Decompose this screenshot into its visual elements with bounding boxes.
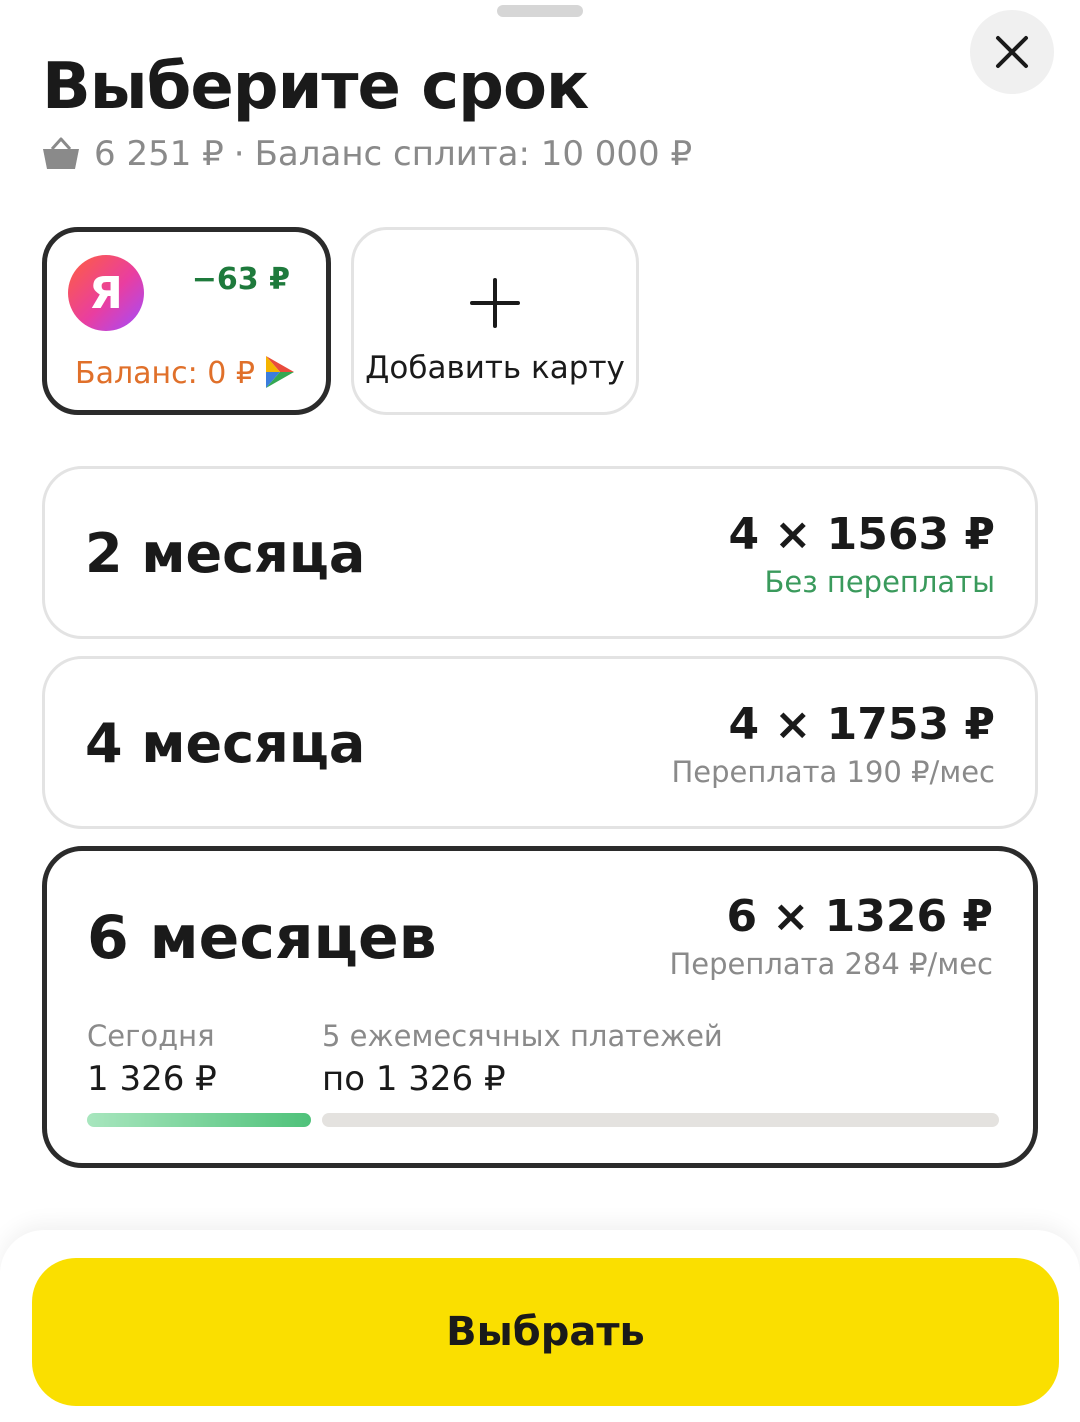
schedule-rest-value: по 1 326 ₽ (322, 1059, 506, 1099)
close-button[interactable] (970, 10, 1054, 94)
schedule-today-label: Сегодня (87, 1019, 215, 1053)
plan-amount: 4 × 1563 ₽ (728, 509, 995, 560)
triangle-logo-icon (266, 356, 294, 388)
plus-icon (470, 278, 520, 328)
plan-amount: 4 × 1753 ₽ (728, 699, 995, 750)
bottom-panel: Выбрать (0, 1230, 1080, 1422)
plan-note: Без переплаты (764, 565, 996, 599)
add-card-button[interactable]: Добавить карту (351, 227, 639, 415)
plan-term: 2 месяца (85, 522, 366, 585)
plan-option-6-months[interactable]: 6 месяцев 6 × 1326 ₽ Переплата 284 ₽/мес… (42, 846, 1038, 1168)
schedule-rest-label: 5 ежемесячных платежей (322, 1019, 723, 1053)
separator: · (233, 134, 245, 174)
plan-amount: 6 × 1326 ₽ (726, 891, 993, 942)
sheet-grabber[interactable] (497, 5, 583, 17)
add-card-label: Добавить карту (365, 350, 625, 386)
progress-rest (322, 1113, 999, 1127)
order-summary: 6 251 ₽ · Баланс сплита: 10 000 ₽ (42, 130, 692, 178)
order-total: 6 251 ₽ (94, 134, 224, 174)
plan-option-2-months[interactable]: 2 месяца 4 × 1563 ₽ Без переплаты (42, 466, 1038, 639)
basket-icon (42, 137, 80, 171)
plan-option-4-months[interactable]: 4 месяца 4 × 1753 ₽ Переплата 190 ₽/мес (42, 656, 1038, 829)
yandex-logo: Я (68, 255, 144, 331)
plan-term: 6 месяцев (87, 903, 437, 973)
progress-today (87, 1113, 311, 1127)
choose-button[interactable]: Выбрать (32, 1258, 1059, 1406)
close-icon (996, 36, 1028, 68)
card-discount: −63 ₽ (191, 262, 290, 297)
plan-term: 4 месяца (85, 712, 366, 775)
card-balance: Баланс: 0 ₽ (75, 356, 255, 391)
page-title: Выберите срок (42, 50, 589, 124)
schedule-today-value: 1 326 ₽ (87, 1059, 217, 1099)
plan-note: Переплата 190 ₽/мес (671, 755, 995, 789)
split-balance: Баланс сплита: 10 000 ₽ (254, 134, 693, 174)
yandex-pay-card[interactable]: Я −63 ₽ Баланс: 0 ₽ (42, 227, 331, 415)
plan-note: Переплата 284 ₽/мес (669, 947, 993, 981)
